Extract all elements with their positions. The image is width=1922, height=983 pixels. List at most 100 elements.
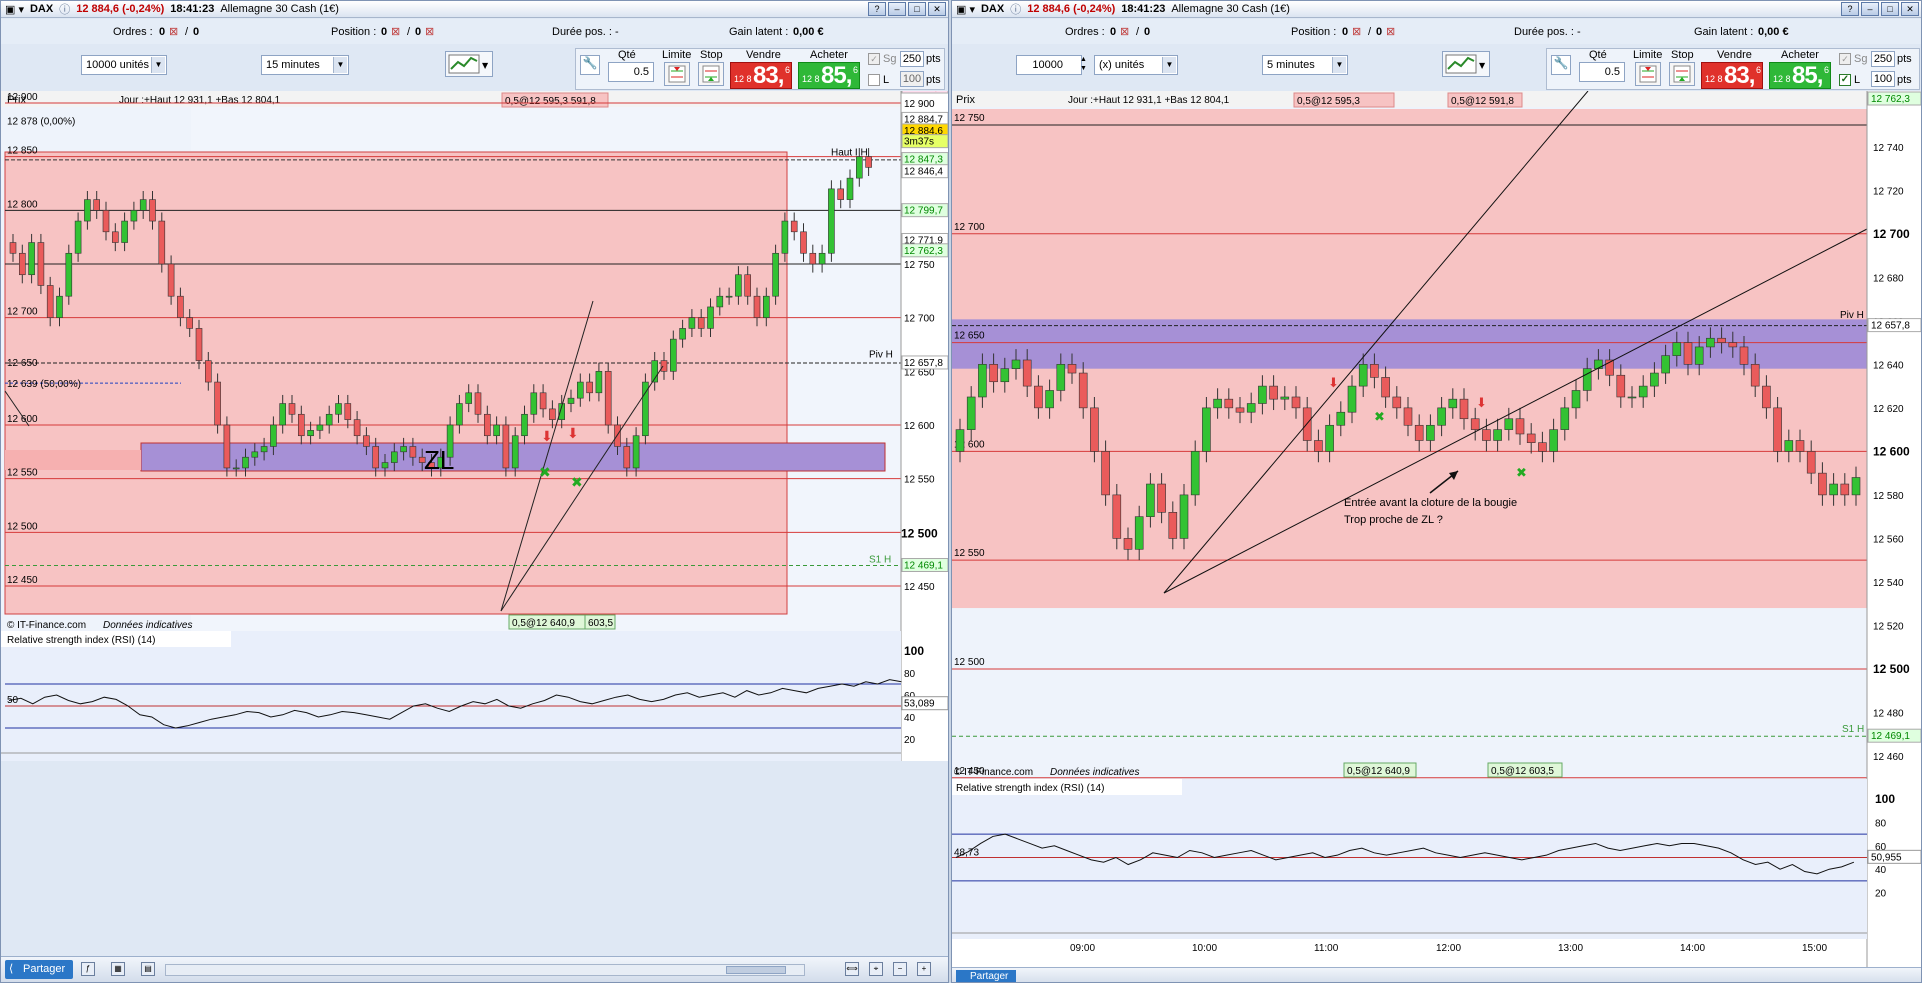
sg-input[interactable]: 250 (1871, 51, 1895, 67)
title-bar: ▣ ▾ DAX ⓘ 12 884,6 (-0,24%) 18:41:23 All… (952, 1, 1921, 18)
candle-body (660, 360, 668, 372)
wrench-icon[interactable]: 🔧 (580, 55, 600, 75)
candle-body (205, 360, 212, 383)
sell-button[interactable]: 12 8 83, 6 (730, 62, 792, 89)
help-icon[interactable]: ? (1841, 2, 1859, 16)
candle-body (1078, 372, 1088, 409)
candle-body (576, 381, 584, 399)
stop-order-icon[interactable] (698, 62, 724, 86)
info-icon[interactable]: ⓘ (1010, 1, 1021, 17)
candle-body (1851, 477, 1861, 496)
qty-input[interactable]: 0.5 (1579, 62, 1625, 82)
sell-button[interactable]: 12 8 83, 6 (1701, 62, 1763, 89)
right-chart-area[interactable]: Prix Jour :+Haut 12 931,1 +Bas 12 804,1 0,… (952, 90, 1922, 967)
pan-icon[interactable]: ⟺ (845, 962, 859, 976)
rsi-axis-label: 20 (904, 735, 916, 746)
minimize-icon[interactable]: – (1861, 2, 1879, 16)
candle-body (483, 413, 491, 437)
sg-checkbox[interactable]: ✓ (868, 53, 880, 65)
share-button[interactable]: Partager (956, 970, 1016, 982)
maximize-icon[interactable]: □ (908, 2, 926, 16)
sg-input[interactable]: 250 (900, 51, 924, 67)
candle-body (1403, 407, 1413, 426)
limit-order-icon[interactable] (664, 62, 690, 86)
grid-icon[interactable]: ▤ (141, 962, 155, 976)
scrollbar-thumb[interactable] (726, 966, 786, 974)
indicator-icon[interactable]: ƒ (81, 962, 95, 976)
buy-button[interactable]: 12 8 85, 6 (798, 62, 860, 89)
candle-body (1235, 407, 1245, 413)
left-price-label: 12 900 (7, 92, 38, 103)
help-icon[interactable]: ? (868, 2, 886, 16)
candle-body (260, 446, 268, 453)
zoom-in-icon[interactable]: + (917, 962, 931, 976)
l-input[interactable]: 100 (1871, 71, 1895, 87)
rsi-title: Relative strength index (RSI) (14) (956, 783, 1104, 794)
share-button[interactable]: ⟨ Partager (5, 960, 73, 979)
info-icon[interactable]: ⓘ (59, 1, 70, 17)
calendar-icon[interactable]: ▦ (111, 962, 125, 976)
l-checkbox[interactable] (868, 74, 880, 86)
candle-body (1538, 442, 1547, 452)
minimize-icon[interactable]: – (888, 2, 906, 16)
candle-body (1022, 359, 1032, 387)
l-checkbox[interactable]: ✓ (1839, 74, 1851, 86)
chart-type-icon: ▼ (448, 54, 489, 74)
rsi-axis-label: 40 (904, 713, 916, 724)
s1-label: S1 H (869, 554, 891, 565)
candle-body (316, 424, 324, 431)
chart-type-icon: ▼ (1445, 54, 1486, 74)
window-menu-icon[interactable]: ▣ ▾ (5, 3, 24, 16)
stop-order-icon[interactable] (1669, 62, 1695, 86)
candle-body (372, 446, 380, 469)
close-icon[interactable]: ✕ (1901, 2, 1919, 16)
chart-type-button[interactable]: ▼ (445, 51, 493, 77)
candle-body (1437, 407, 1446, 426)
maximize-icon[interactable]: □ (1881, 2, 1899, 16)
candle-body (242, 456, 249, 469)
buy-button[interactable]: 12 8 85, 6 (1769, 62, 1831, 89)
svg-text:▼: ▼ (1479, 61, 1486, 70)
horizontal-scrollbar[interactable] (165, 964, 805, 976)
left-price-chart[interactable]: Prix Jour :+Haut 12 931,1 +Bas 12 804,1 0,… (1, 75, 949, 780)
candle-body (725, 295, 733, 298)
candle-body (1258, 385, 1267, 404)
close-icon[interactable]: ✕ (928, 2, 946, 16)
interval-dropdown[interactable]: 15 minutes ▼ (261, 55, 349, 75)
price-axis-label: 12 900 (904, 99, 935, 110)
position-x-icon-2[interactable]: ⊠ (425, 25, 434, 38)
reset-zoom-icon[interactable]: ⌖ (869, 962, 883, 976)
units-input[interactable]: 10000 (1016, 55, 1082, 75)
chart-type-button[interactable]: ▼ (1442, 51, 1490, 77)
candle-body (93, 199, 100, 211)
sg-checkbox[interactable]: ✓ (1839, 53, 1851, 65)
market-name: Allemagne 30 Cash (1€) (220, 3, 339, 15)
price-tag-text: 12 762,3 (904, 246, 943, 257)
candle-body (84, 199, 91, 222)
units-spinner[interactable]: ▲ ▼ (1080, 55, 1090, 75)
orders-x-icon[interactable]: ⊠ (169, 25, 178, 38)
position-value: 0 (381, 25, 388, 38)
price-axis-label: 12 700 (1873, 227, 1910, 241)
position-x-icon[interactable]: ⊠ (391, 25, 400, 38)
candle-body (1325, 424, 1334, 452)
wrench-icon[interactable]: 🔧 (1551, 55, 1571, 75)
l-input[interactable]: 100 (900, 71, 924, 87)
rsi-axis-label: 20 (1875, 889, 1887, 900)
units-dropdown[interactable]: 10000 unités ▼ (81, 55, 167, 75)
sell-label: Vendre (746, 49, 781, 61)
window-menu-icon[interactable]: ▣ ▾ (956, 3, 975, 16)
position-x-icon[interactable]: ⊠ (1352, 25, 1361, 38)
position-x-icon-2[interactable]: ⊠ (1386, 25, 1395, 38)
candle-body (989, 364, 998, 383)
orders-label: Ordres : (113, 25, 153, 38)
qty-input[interactable]: 0.5 (608, 62, 654, 82)
orders-x-icon[interactable]: ⊠ (1120, 25, 1129, 38)
right-price-chart[interactable]: Prix Jour :+Haut 12 931,1 +Bas 12 804,1 0,… (952, 90, 1922, 967)
left-chart-area[interactable]: Prix Jour :+Haut 12 931,1 +Bas 12 804,1 0,… (1, 75, 949, 780)
interval-dropdown[interactable]: 5 minutes ▼ (1262, 55, 1348, 75)
units-dropdown[interactable]: (x) unités ▼ (1094, 55, 1178, 75)
order-tag-bottom-text: 0,5@12 640,9 (1347, 766, 1410, 777)
limit-order-icon[interactable] (1635, 62, 1661, 86)
zoom-out-icon[interactable]: − (893, 962, 907, 976)
